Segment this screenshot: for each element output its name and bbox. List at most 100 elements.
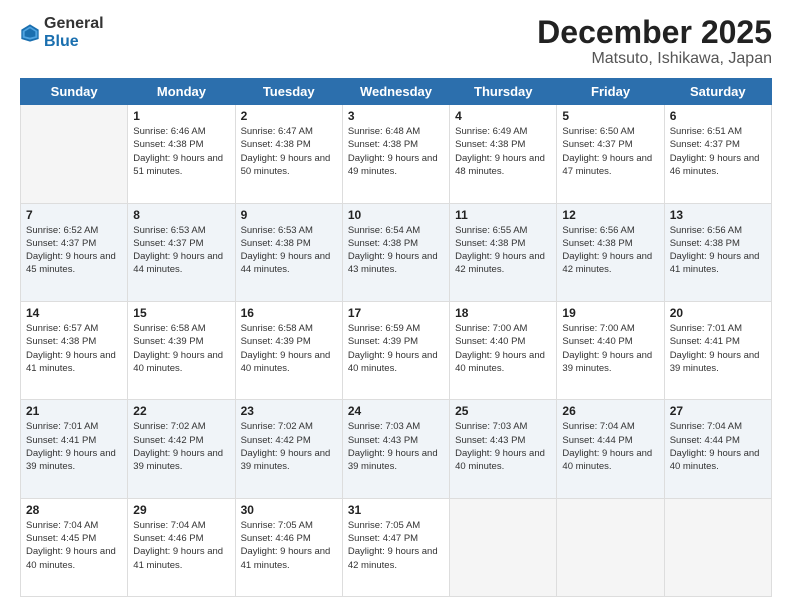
day-number: 8	[133, 208, 229, 222]
daylight-text: Daylight: 9 hours and 40 minutes.	[670, 447, 766, 474]
sunrise-text: Sunrise: 6:58 AM	[241, 322, 337, 335]
location: Matsuto, Ishikawa, Japan	[537, 50, 772, 68]
logo-general-text: General	[44, 15, 104, 33]
sunrise-text: Sunrise: 6:51 AM	[670, 125, 766, 138]
daylight-text: Daylight: 9 hours and 45 minutes.	[26, 250, 122, 277]
cell-content: Sunrise: 6:46 AM Sunset: 4:38 PM Dayligh…	[133, 125, 229, 178]
sunset-text: Sunset: 4:45 PM	[26, 532, 122, 545]
cell-content: Sunrise: 6:48 AM Sunset: 4:38 PM Dayligh…	[348, 125, 444, 178]
day-number: 14	[26, 306, 122, 320]
sunset-text: Sunset: 4:40 PM	[455, 335, 551, 348]
logo: General Blue	[20, 15, 104, 50]
calendar-cell: 26 Sunrise: 7:04 AM Sunset: 4:44 PM Dayl…	[557, 400, 664, 498]
sunset-text: Sunset: 4:38 PM	[455, 237, 551, 250]
daylight-text: Daylight: 9 hours and 42 minutes.	[562, 250, 658, 277]
calendar-table: Sunday Monday Tuesday Wednesday Thursday…	[20, 78, 772, 597]
day-number: 29	[133, 503, 229, 517]
calendar-cell: 4 Sunrise: 6:49 AM Sunset: 4:38 PM Dayli…	[450, 105, 557, 203]
day-number: 6	[670, 109, 766, 123]
calendar-week-row-3: 21 Sunrise: 7:01 AM Sunset: 4:41 PM Dayl…	[21, 400, 772, 498]
sunset-text: Sunset: 4:41 PM	[26, 434, 122, 447]
daylight-text: Daylight: 9 hours and 42 minutes.	[455, 250, 551, 277]
sunrise-text: Sunrise: 7:05 AM	[348, 519, 444, 532]
cell-content: Sunrise: 6:53 AM Sunset: 4:38 PM Dayligh…	[241, 224, 337, 277]
title-block: December 2025 Matsuto, Ishikawa, Japan	[537, 15, 772, 68]
cell-content: Sunrise: 6:59 AM Sunset: 4:39 PM Dayligh…	[348, 322, 444, 375]
day-number: 10	[348, 208, 444, 222]
cell-content: Sunrise: 6:53 AM Sunset: 4:37 PM Dayligh…	[133, 224, 229, 277]
col-sunday: Sunday	[21, 79, 128, 105]
daylight-text: Daylight: 9 hours and 40 minutes.	[562, 447, 658, 474]
cell-content: Sunrise: 7:00 AM Sunset: 4:40 PM Dayligh…	[455, 322, 551, 375]
sunrise-text: Sunrise: 6:49 AM	[455, 125, 551, 138]
calendar-cell: 24 Sunrise: 7:03 AM Sunset: 4:43 PM Dayl…	[342, 400, 449, 498]
sunrise-text: Sunrise: 7:02 AM	[133, 420, 229, 433]
sunset-text: Sunset: 4:38 PM	[133, 138, 229, 151]
day-number: 11	[455, 208, 551, 222]
sunrise-text: Sunrise: 7:00 AM	[455, 322, 551, 335]
calendar-cell: 23 Sunrise: 7:02 AM Sunset: 4:42 PM Dayl…	[235, 400, 342, 498]
sunrise-text: Sunrise: 6:53 AM	[133, 224, 229, 237]
cell-content: Sunrise: 7:02 AM Sunset: 4:42 PM Dayligh…	[133, 420, 229, 473]
calendar-cell: 7 Sunrise: 6:52 AM Sunset: 4:37 PM Dayli…	[21, 203, 128, 301]
day-number: 22	[133, 404, 229, 418]
calendar-cell: 12 Sunrise: 6:56 AM Sunset: 4:38 PM Dayl…	[557, 203, 664, 301]
day-number: 26	[562, 404, 658, 418]
day-number: 24	[348, 404, 444, 418]
daylight-text: Daylight: 9 hours and 40 minutes.	[26, 545, 122, 572]
sunset-text: Sunset: 4:38 PM	[562, 237, 658, 250]
day-number: 18	[455, 306, 551, 320]
sunset-text: Sunset: 4:38 PM	[241, 138, 337, 151]
page: General Blue December 2025 Matsuto, Ishi…	[0, 0, 792, 612]
calendar-cell: 8 Sunrise: 6:53 AM Sunset: 4:37 PM Dayli…	[128, 203, 235, 301]
cell-content: Sunrise: 6:55 AM Sunset: 4:38 PM Dayligh…	[455, 224, 551, 277]
sunrise-text: Sunrise: 7:04 AM	[670, 420, 766, 433]
day-number: 23	[241, 404, 337, 418]
sunset-text: Sunset: 4:38 PM	[348, 237, 444, 250]
daylight-text: Daylight: 9 hours and 51 minutes.	[133, 152, 229, 179]
cell-content: Sunrise: 6:56 AM Sunset: 4:38 PM Dayligh…	[670, 224, 766, 277]
cell-content: Sunrise: 6:54 AM Sunset: 4:38 PM Dayligh…	[348, 224, 444, 277]
sunrise-text: Sunrise: 6:50 AM	[562, 125, 658, 138]
daylight-text: Daylight: 9 hours and 40 minutes.	[241, 349, 337, 376]
day-number: 31	[348, 503, 444, 517]
sunset-text: Sunset: 4:41 PM	[670, 335, 766, 348]
sunset-text: Sunset: 4:37 PM	[562, 138, 658, 151]
day-number: 21	[26, 404, 122, 418]
cell-content: Sunrise: 7:00 AM Sunset: 4:40 PM Dayligh…	[562, 322, 658, 375]
cell-content: Sunrise: 7:04 AM Sunset: 4:44 PM Dayligh…	[562, 420, 658, 473]
calendar-cell	[664, 498, 771, 596]
calendar-cell: 29 Sunrise: 7:04 AM Sunset: 4:46 PM Dayl…	[128, 498, 235, 596]
day-number: 5	[562, 109, 658, 123]
calendar-cell: 2 Sunrise: 6:47 AM Sunset: 4:38 PM Dayli…	[235, 105, 342, 203]
cell-content: Sunrise: 7:04 AM Sunset: 4:46 PM Dayligh…	[133, 519, 229, 572]
sunrise-text: Sunrise: 6:54 AM	[348, 224, 444, 237]
daylight-text: Daylight: 9 hours and 43 minutes.	[348, 250, 444, 277]
cell-content: Sunrise: 7:05 AM Sunset: 4:46 PM Dayligh…	[241, 519, 337, 572]
day-number: 16	[241, 306, 337, 320]
cell-content: Sunrise: 7:05 AM Sunset: 4:47 PM Dayligh…	[348, 519, 444, 572]
sunset-text: Sunset: 4:39 PM	[241, 335, 337, 348]
calendar-week-row-4: 28 Sunrise: 7:04 AM Sunset: 4:45 PM Dayl…	[21, 498, 772, 596]
cell-content: Sunrise: 6:47 AM Sunset: 4:38 PM Dayligh…	[241, 125, 337, 178]
cell-content: Sunrise: 7:02 AM Sunset: 4:42 PM Dayligh…	[241, 420, 337, 473]
daylight-text: Daylight: 9 hours and 41 minutes.	[670, 250, 766, 277]
cell-content: Sunrise: 7:01 AM Sunset: 4:41 PM Dayligh…	[670, 322, 766, 375]
cell-content: Sunrise: 7:04 AM Sunset: 4:45 PM Dayligh…	[26, 519, 122, 572]
day-number: 17	[348, 306, 444, 320]
sunrise-text: Sunrise: 7:04 AM	[133, 519, 229, 532]
sunset-text: Sunset: 4:42 PM	[133, 434, 229, 447]
daylight-text: Daylight: 9 hours and 39 minutes.	[562, 349, 658, 376]
sunrise-text: Sunrise: 6:56 AM	[670, 224, 766, 237]
sunset-text: Sunset: 4:38 PM	[241, 237, 337, 250]
sunset-text: Sunset: 4:46 PM	[133, 532, 229, 545]
sunset-text: Sunset: 4:40 PM	[562, 335, 658, 348]
sunset-text: Sunset: 4:47 PM	[348, 532, 444, 545]
logo-icon	[20, 23, 40, 43]
calendar-cell: 15 Sunrise: 6:58 AM Sunset: 4:39 PM Dayl…	[128, 301, 235, 399]
sunset-text: Sunset: 4:39 PM	[133, 335, 229, 348]
daylight-text: Daylight: 9 hours and 46 minutes.	[670, 152, 766, 179]
calendar-cell: 27 Sunrise: 7:04 AM Sunset: 4:44 PM Dayl…	[664, 400, 771, 498]
cell-content: Sunrise: 6:57 AM Sunset: 4:38 PM Dayligh…	[26, 322, 122, 375]
sunset-text: Sunset: 4:44 PM	[562, 434, 658, 447]
